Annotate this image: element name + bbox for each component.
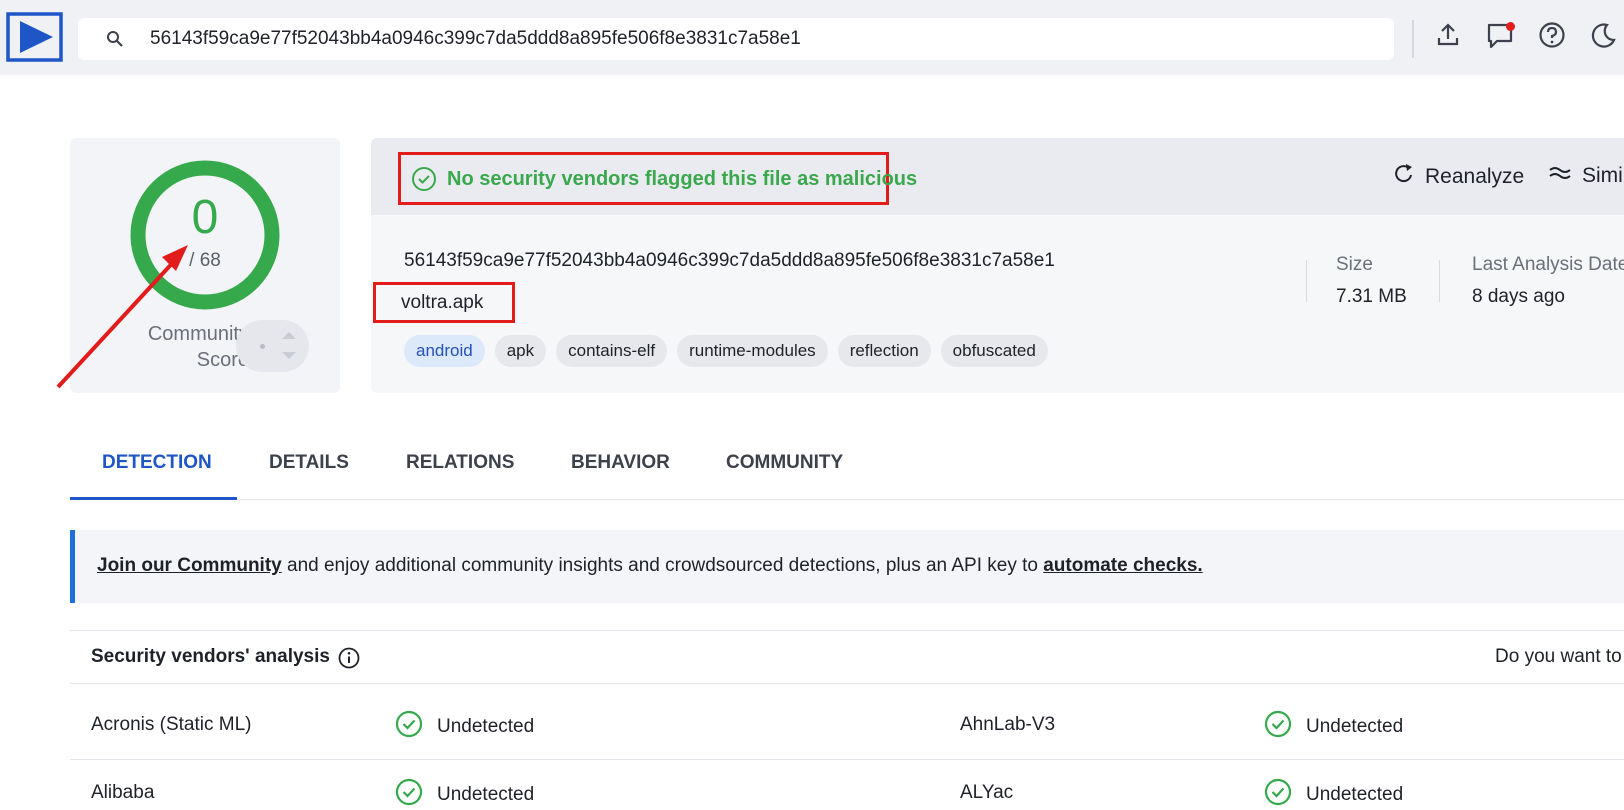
automate-checks-link[interactable]: automate checks.: [1043, 555, 1202, 576]
tab-bar: DETECTION DETAILS RELATIONS BEHAVIOR COM…: [70, 440, 1624, 500]
tag-reflection[interactable]: reflection: [837, 335, 931, 367]
vendor-name: Acronis (Static ML): [91, 714, 252, 735]
size-value: 7.31 MB: [1336, 286, 1407, 307]
file-name: voltra.apk: [401, 292, 484, 313]
similar-button[interactable]: Simil: [1548, 163, 1624, 189]
tag-list: android apk contains-elf runtime-modules…: [404, 335, 1048, 367]
tab-details[interactable]: DETAILS: [269, 452, 349, 474]
community-banner: Join our Community and enjoy additional …: [70, 530, 1624, 603]
tag-apk[interactable]: apk: [494, 335, 547, 367]
verdict-header: No security vendors flagged this file as…: [371, 138, 1624, 215]
file-hash[interactable]: 56143f59ca9e77f52043bb4a0946c399c7da5ddd…: [404, 250, 1055, 272]
vendor-status-label: Undetected: [437, 784, 535, 805]
verdict-highlight-box: No security vendors flagged this file as…: [398, 152, 917, 205]
tab-detection[interactable]: DETECTION: [102, 452, 212, 474]
vendor-name: AhnLab-V3: [960, 714, 1056, 735]
dark-mode-button[interactable]: [1586, 20, 1620, 54]
notification-badge: [1506, 22, 1515, 31]
refresh-icon: [1393, 163, 1415, 191]
dark-mode-icon: [1589, 21, 1617, 54]
upload-button[interactable]: [1431, 20, 1465, 54]
search-box[interactable]: [78, 18, 1394, 60]
vendor-status-label: Undetected: [437, 716, 535, 737]
vendor-status-label: Undetected: [1306, 716, 1404, 737]
tag-obfuscated[interactable]: obfuscated: [940, 335, 1048, 367]
upvote-icon[interactable]: [282, 332, 296, 339]
vendor-status: Undetected: [395, 710, 534, 744]
vendors-title: Security vendors' analysis: [91, 646, 330, 667]
table-row: Alibaba Undetected ALYac Undetected: [70, 760, 1624, 810]
help-button[interactable]: [1535, 20, 1569, 54]
last-analysis-value: 8 days ago: [1472, 286, 1565, 307]
reanalyze-label: Reanalyze: [1425, 165, 1525, 188]
size-label: Size: [1336, 254, 1373, 275]
vendor-status-label: Undetected: [1306, 784, 1404, 805]
downvote-icon[interactable]: [282, 352, 296, 359]
meta-divider: [1439, 260, 1440, 302]
vendor-name: Alibaba: [91, 782, 155, 803]
vendor-status: Undetected: [1264, 710, 1403, 744]
banner-middle-text: and enjoy additional community insights …: [281, 555, 1044, 576]
active-tab-indicator: [70, 497, 237, 500]
check-circle-icon: [411, 166, 437, 197]
check-circle-icon: [395, 778, 423, 810]
top-bar: [0, 0, 1624, 75]
vendor-status: Undetected: [1264, 778, 1403, 810]
check-circle-icon: [1264, 710, 1292, 744]
tag-runtime-modules[interactable]: runtime-modules: [677, 335, 828, 367]
last-analysis-label: Last Analysis Date: [1472, 254, 1624, 275]
vote-score-dot: [260, 344, 265, 349]
tab-community[interactable]: COMMUNITY: [726, 452, 843, 474]
tag-contains-elf[interactable]: contains-elf: [556, 335, 668, 367]
table-row: Acronis (Static ML) Undetected AhnLab-V3…: [70, 692, 1624, 760]
community-vote-control[interactable]: [236, 320, 309, 372]
verdict-text: No security vendors flagged this file as…: [447, 168, 918, 190]
check-circle-icon: [395, 710, 423, 744]
vendors-header: Security vendors' analysis Do you want t…: [70, 630, 1624, 684]
toolbar-divider: [1412, 20, 1414, 58]
similar-label: Simil: [1582, 164, 1624, 187]
logo-icon[interactable]: [6, 12, 63, 62]
vendors-cta-text[interactable]: Do you want to: [1495, 646, 1622, 668]
tag-android[interactable]: android: [404, 335, 485, 367]
search-icon: [106, 30, 124, 48]
banner-text: Join our Community and enjoy additional …: [97, 555, 1203, 577]
notifications-button[interactable]: [1483, 20, 1517, 54]
info-icon[interactable]: [338, 647, 360, 674]
file-info-card: No security vendors flagged this file as…: [371, 138, 1624, 393]
tab-relations[interactable]: RELATIONS: [406, 452, 514, 474]
annotation-arrow: [56, 245, 188, 389]
vendor-status: Undetected: [395, 778, 534, 810]
check-circle-icon: [1264, 778, 1292, 810]
search-input[interactable]: [150, 18, 1350, 60]
upload-icon: [1435, 22, 1461, 53]
help-icon: [1538, 21, 1566, 54]
similar-icon: [1548, 163, 1572, 189]
join-community-link[interactable]: Join our Community: [97, 555, 282, 576]
reanalyze-button[interactable]: Reanalyze: [1393, 163, 1524, 191]
tab-behavior[interactable]: BEHAVIOR: [571, 452, 670, 474]
meta-divider: [1306, 260, 1307, 302]
vendor-name: ALYac: [960, 782, 1014, 803]
